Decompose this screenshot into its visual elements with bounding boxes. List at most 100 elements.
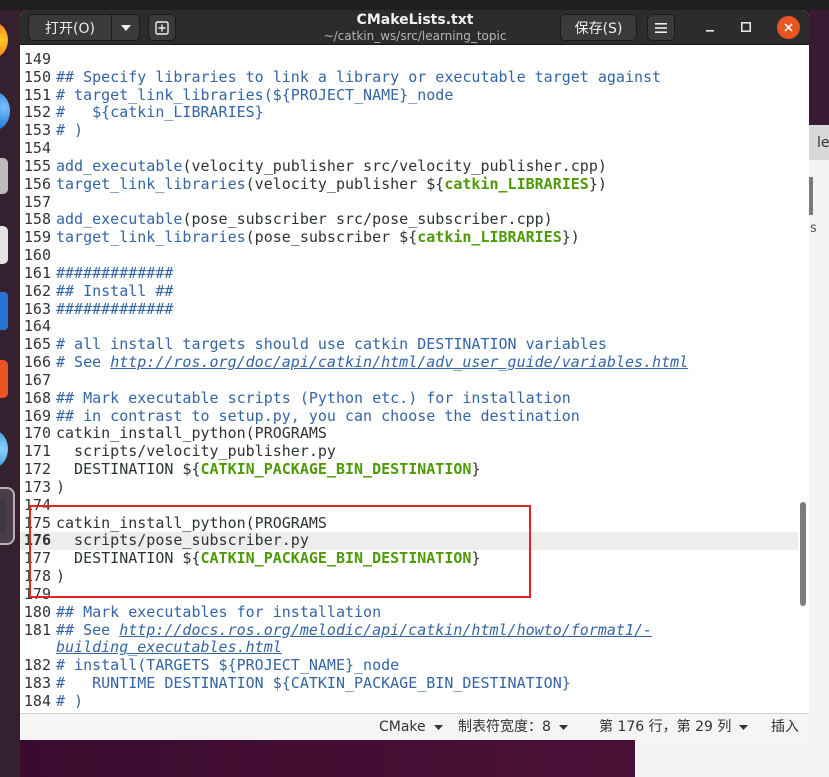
code-line[interactable]: 157 [20,192,798,212]
code-token: (velocity_publisher src/velocity_publish… [182,156,607,175]
code-line[interactable]: building_executables.html [20,638,798,657]
code-line[interactable]: 166 # See http://ros.org/doc/api/catkin/h… [20,353,798,372]
code-link[interactable]: http://docs.ros.org/melodic/api/catkin/h… [119,621,652,639]
line-number: 152 [23,103,51,122]
code-text[interactable]: # all install targets should use catkin … [56,335,607,354]
dock-launcher-icon[interactable] [0,360,8,398]
code-line[interactable]: 183 # RUNTIME DESTINATION ${CATKIN_PACKAG… [20,674,798,693]
code-text[interactable]: # See http://ros.org/doc/api/catkin/html… [56,353,688,372]
code-text[interactable]: # ) [56,121,84,140]
code-token: (velocity_publisher ${ [245,174,445,193]
code-text[interactable]: add_executable(pose_subscriber src/pose_… [56,211,553,229]
code-text[interactable]: ## Mark executables for installation [56,603,381,622]
code-line[interactable]: 161 ############# [20,264,798,283]
close-button[interactable] [777,16,800,39]
code-token: # ) [56,121,84,140]
line-number: 163 [23,299,51,318]
code-line[interactable]: 156 target_link_libraries(velocity_publis… [20,174,798,194]
code-text[interactable]: # install(TARGETS ${PROJECT_NAME}_node [56,656,399,675]
line-number: 153 [23,121,51,140]
tab-width-selector[interactable]: 制表符宽度：8 [458,714,568,740]
code-line[interactable]: 173) [20,478,798,497]
code-line[interactable]: 154 [20,139,798,158]
new-tab-button[interactable] [148,14,176,41]
code-line[interactable]: 151 # target_link_libraries(${PROJECT_NAM… [20,86,798,105]
code-line[interactable]: 155 add_executable(velocity_publisher src… [20,156,798,176]
code-line[interactable]: 159 target_link_libraries(pose_subscriber… [20,228,798,247]
line-number: 160 [23,246,51,265]
code-line[interactable]: 153 # ) [20,121,798,140]
code-line[interactable]: 165 # all install targets should use catk… [20,335,798,354]
code-line[interactable]: 168 ## Mark executable scripts (Python et… [20,389,798,408]
code-line[interactable]: 162 ## Install ## [20,282,798,301]
code-line[interactable]: 150 ## Specify libraries to link a librar… [20,68,798,87]
dock-launcher-icon[interactable] [0,92,10,130]
code-link[interactable]: http://ros.org/doc/api/catkin/html/adv_u… [110,353,688,371]
code-token: (pose_subscriber src/pose_subscriber.cpp… [182,210,553,229]
code-text[interactable]: ## Specify libraries to link a library o… [56,68,661,87]
line-number: 183 [23,674,51,693]
dock-launcher-icon[interactable] [0,226,8,264]
code-text[interactable]: DESTINATION ${CATKIN_PACKAGE_BIN_DESTINA… [56,460,481,479]
code-line[interactable]: 152 # ${catkin_LIBRARIES} [20,104,798,122]
chevron-down-icon [120,24,131,31]
code-line[interactable]: 181 ## See http://docs.ros.org/melodic/ap… [20,621,798,640]
line-number: 156 [23,174,51,193]
dock-launcher-icon[interactable] [0,292,8,330]
code-text[interactable]: ############# [56,300,173,319]
code-line[interactable]: 149 [20,50,798,69]
code-text[interactable]: building_executables.html [56,638,282,657]
code-text[interactable]: add_executable(velocity_publisher src/ve… [56,156,607,176]
dock-launcher-icon[interactable] [0,22,8,58]
code-line[interactable]: 163 ############# [20,299,798,319]
code-text[interactable]: target_link_libraries(pose_subscriber ${… [56,228,580,247]
maximize-button[interactable] [734,15,758,39]
code-text[interactable]: ## See http://docs.ros.org/melodic/api/c… [56,621,652,640]
code-text[interactable]: catkin_install_python(PROGRAMS [56,425,327,443]
code-text[interactable]: scripts/velocity_publisher.py [56,442,336,461]
line-number: 164 [23,317,51,336]
code-token: # ) [56,691,84,710]
language-selector[interactable]: CMake [379,714,443,740]
code-text[interactable]: ## in contrast to setup.py, you can choo… [56,407,580,426]
open-button[interactable]: 打开(O) [29,15,112,40]
save-button[interactable]: 保存(S) [560,14,637,41]
main-menu-button[interactable] [647,14,675,41]
code-line[interactable]: 167 [20,371,798,390]
code-text[interactable]: # ) [56,691,84,711]
code-link[interactable]: building_executables.html [56,638,282,656]
code-line[interactable]: 169 ## in contrast to setup.py, you can c… [20,407,798,426]
open-button-group: 打开(O) [28,14,140,41]
code-token: } [471,460,481,479]
code-text[interactable]: ## Install ## [56,282,173,301]
code-line[interactable]: 170 catkin_install_python(PROGRAMS [20,425,798,443]
code-line[interactable]: 171 scripts/velocity_publisher.py [20,442,798,461]
dock-active-app-highlight[interactable] [0,487,15,545]
line-number: 157 [23,192,51,211]
text-editor[interactable]: 149 150 ## Specify libraries to link a lib… [20,45,809,713]
minimize-button[interactable] [698,15,722,39]
code-line[interactable]: 180 ## Mark executables for installation [20,603,798,622]
code-line[interactable]: 172 DESTINATION ${CATKIN_PACKAGE_BIN_DES… [20,460,798,479]
code-text[interactable]: # RUNTIME DESTINATION ${CATKIN_PACKAGE_B… [56,674,571,693]
code-text[interactable]: ) [56,478,65,497]
code-line[interactable]: 182 # install(TARGETS ${PROJECT_NAME}_nod… [20,656,798,675]
code-text[interactable]: ## Mark executable scripts (Python etc.)… [56,389,571,408]
code-text[interactable]: # ${catkin_LIBRARIES} [56,104,264,122]
code-token: catkin_install_python(PROGRAMS [56,424,327,443]
header-bar[interactable]: 打开(O) CMakeLists.txt ~/catkin_ws/src/lea… [20,10,809,45]
cursor-position-selector[interactable]: 第 176 行，第 29 列 [599,714,749,740]
dock-launcher-icon[interactable] [0,158,8,194]
code-line[interactable]: 164 [20,318,798,336]
code-text[interactable]: # target_link_libraries(${PROJECT_NAME}_… [56,86,453,105]
code-line[interactable]: 184 # ) [20,691,798,711]
vertical-scrollbar[interactable] [800,502,806,606]
code-lines[interactable]: 149 150 ## Specify libraries to link a lib… [20,50,809,711]
open-recent-dropdown-button[interactable] [112,15,139,40]
code-text[interactable]: ############# [56,264,173,283]
code-token: add_executable [56,156,183,175]
dock-launcher-icon[interactable] [0,430,8,468]
code-text[interactable]: target_link_libraries(velocity_publisher… [56,174,607,194]
code-line[interactable]: 158 add_executable(pose_subscriber src/po… [20,211,798,229]
code-line[interactable]: 160 [20,246,798,265]
